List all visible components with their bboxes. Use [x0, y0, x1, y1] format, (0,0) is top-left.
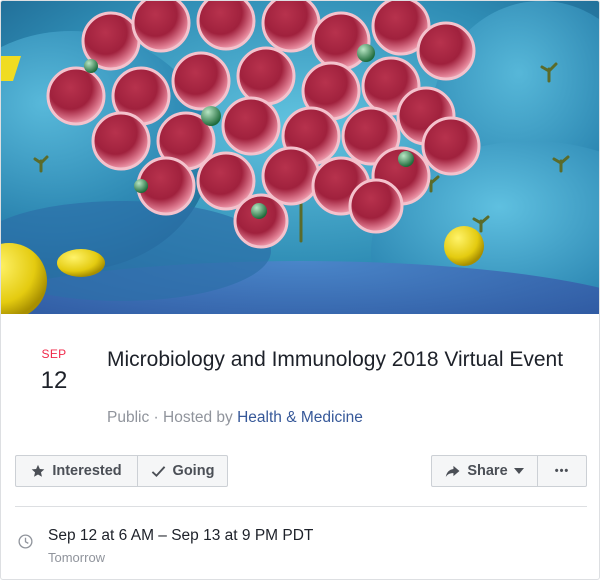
going-button[interactable]: Going: [137, 455, 228, 487]
caret-down-icon: [513, 468, 524, 474]
event-privacy: Public: [107, 409, 150, 426]
star-icon: [32, 464, 45, 477]
event-host-link[interactable]: Health & Medicine: [237, 409, 363, 426]
share-arrow-icon: [446, 465, 460, 477]
event-date-month: SEP: [41, 347, 67, 361]
hosted-by-label: Hosted by: [163, 409, 238, 426]
event-subtitle: Public · Hosted by Health & Medicine: [107, 409, 363, 427]
going-label: Going: [172, 463, 215, 479]
interested-button[interactable]: Interested: [15, 455, 138, 487]
clock-icon: [18, 534, 33, 549]
event-card: SEP 12 Microbiology and Immunology 2018 …: [0, 0, 600, 580]
interested-label: Interested: [52, 463, 122, 479]
checkmark-icon: [151, 465, 165, 477]
share-button[interactable]: Share: [431, 455, 538, 487]
cell-illustration: [1, 1, 599, 314]
more-options-icon: •••: [554, 465, 570, 477]
event-title[interactable]: Microbiology and Immunology 2018 Virtual…: [107, 344, 577, 375]
event-time-range[interactable]: Sep 12 at 6 AM – Sep 13 at 9 PM PDT: [48, 527, 313, 545]
more-options-button[interactable]: •••: [537, 455, 587, 487]
separator-dot: ·: [153, 409, 163, 426]
share-label: Share: [467, 463, 508, 479]
event-time-relative: Tomorrow: [48, 550, 106, 565]
event-cover-image[interactable]: [1, 1, 599, 314]
divider: [15, 506, 587, 507]
event-date: SEP 12: [29, 347, 79, 395]
event-date-day: 12: [40, 367, 68, 394]
